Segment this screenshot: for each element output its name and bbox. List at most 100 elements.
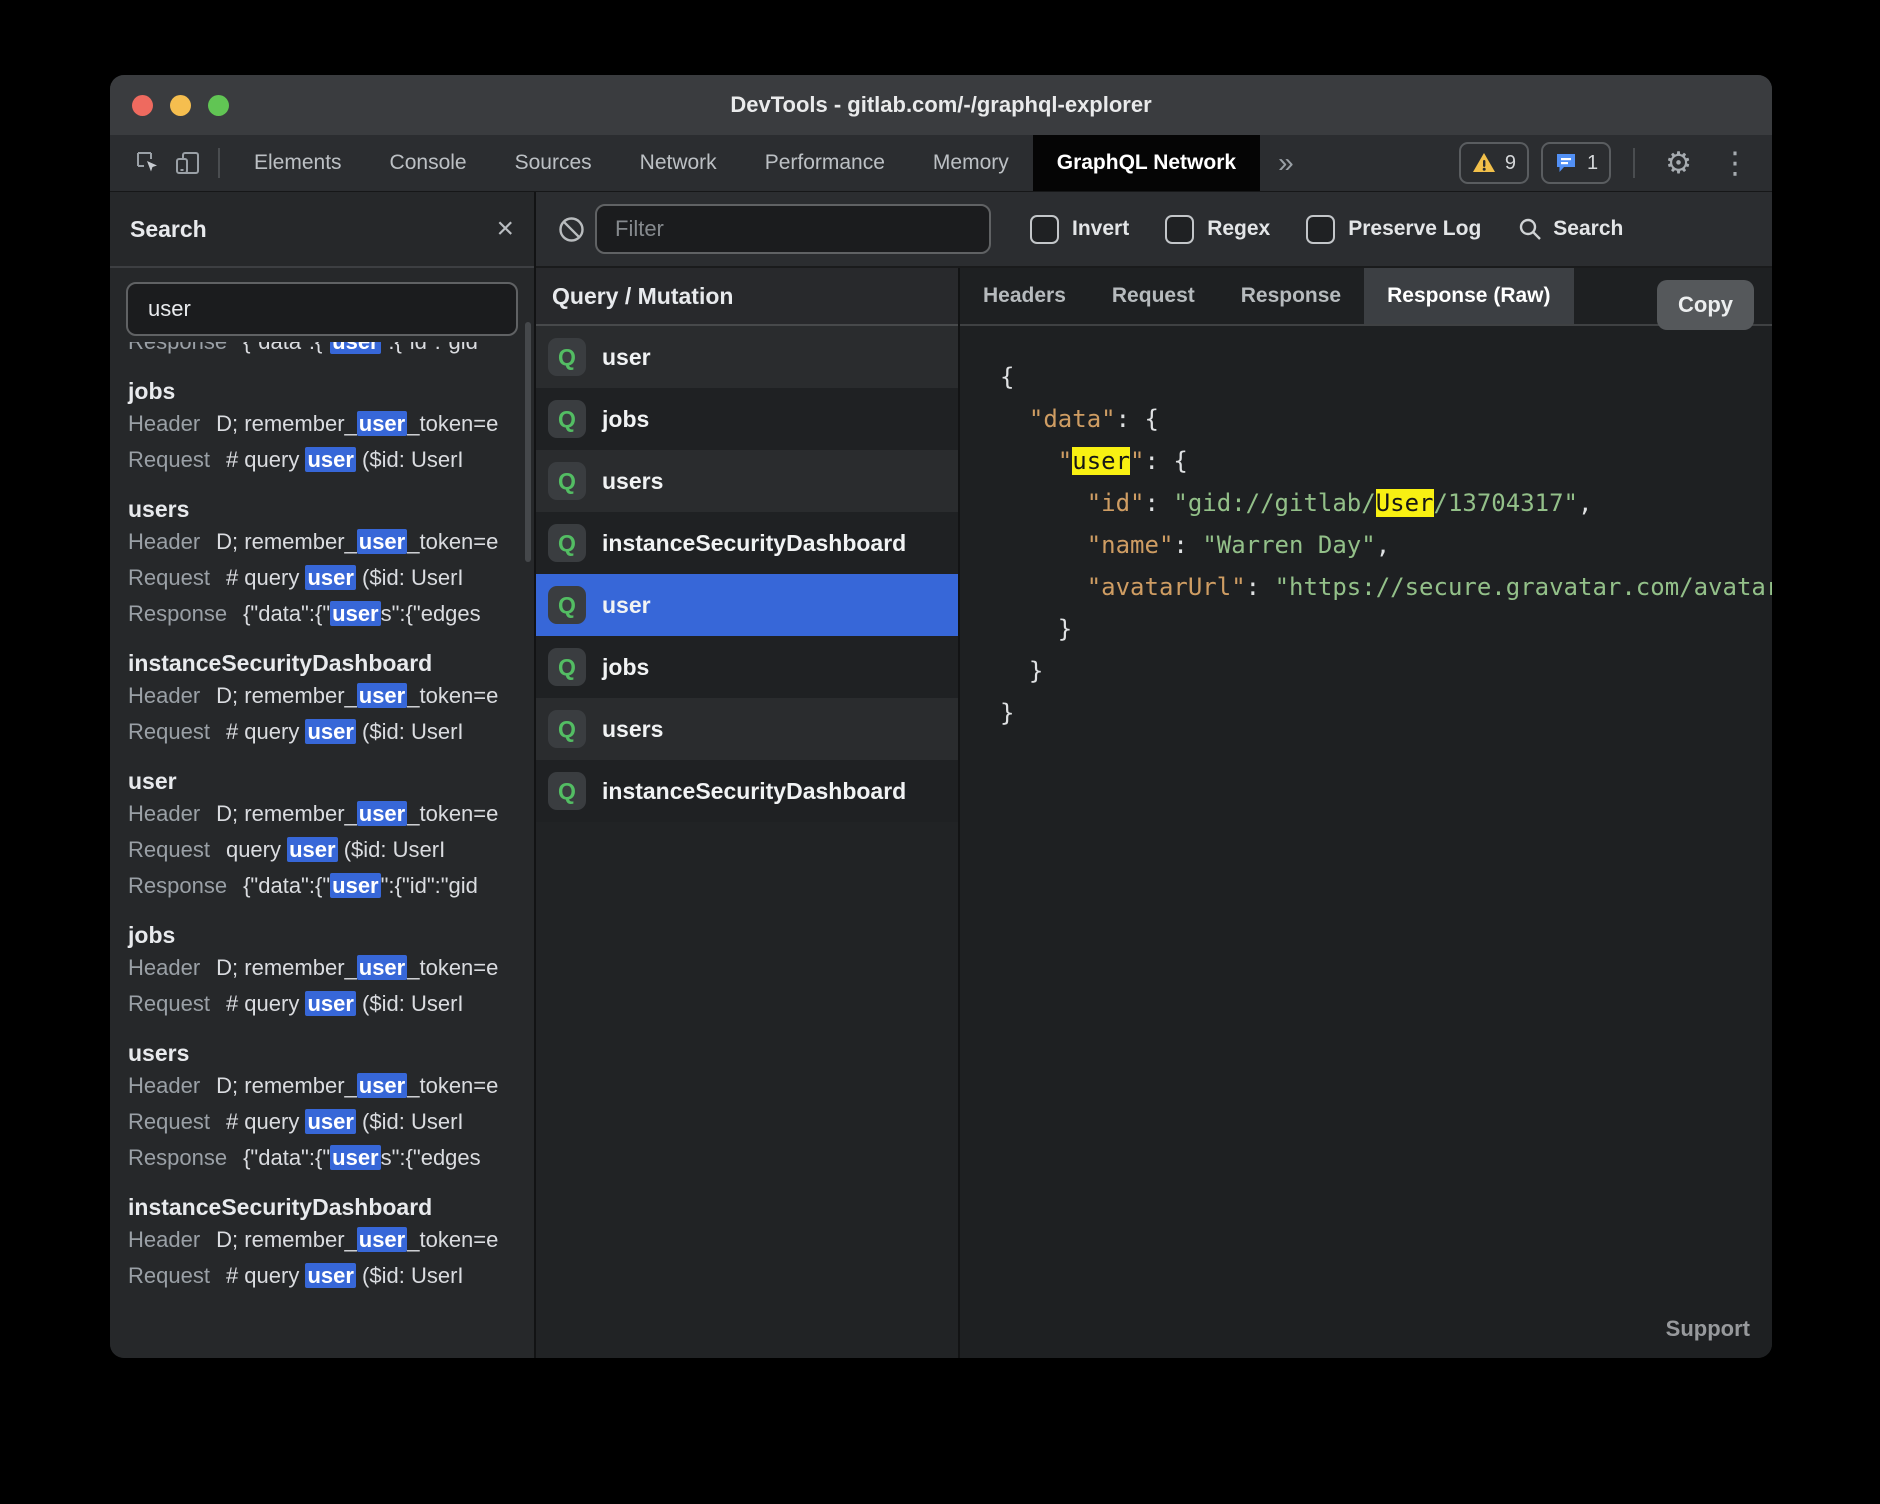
query-list-item[interactable]: Qjobs bbox=[536, 388, 958, 450]
search-result-row[interactable]: HeaderD; remember_user_token=e bbox=[128, 1068, 534, 1104]
query-type-icon: Q bbox=[548, 710, 586, 748]
json-search-highlight: user bbox=[1072, 447, 1130, 475]
tab-network[interactable]: Network bbox=[616, 135, 741, 191]
issues-badge[interactable]: 1 bbox=[1541, 142, 1611, 184]
query-list-item[interactable]: Qusers bbox=[536, 450, 958, 512]
result-text: ":{"id":"gid bbox=[381, 873, 478, 898]
tab-response[interactable]: Response bbox=[1218, 268, 1364, 324]
search-result-row[interactable]: HeaderD; remember_user_token=e bbox=[128, 678, 534, 714]
tab-memory[interactable]: Memory bbox=[909, 135, 1033, 191]
search-result-row[interactable]: HeaderD; remember_user_token=e bbox=[128, 950, 534, 986]
query-list-item[interactable]: QinstanceSecurityDashboard bbox=[536, 760, 958, 822]
match-highlight: user bbox=[357, 801, 407, 826]
inspect-element-icon[interactable] bbox=[128, 143, 168, 183]
result-row-label: Response bbox=[128, 873, 227, 898]
search-input[interactable] bbox=[126, 282, 518, 336]
query-name: jobs bbox=[602, 654, 649, 681]
json-token bbox=[1000, 489, 1087, 517]
support-link[interactable]: Support bbox=[1666, 1316, 1750, 1342]
devtools-tab-bar: ElementsConsoleSourcesNetworkPerformance… bbox=[110, 135, 1772, 192]
search-result-row[interactable]: Request# query user ($id: UserI bbox=[128, 442, 534, 478]
query-list-item[interactable]: Qusers bbox=[536, 698, 958, 760]
query-list-item[interactable]: Quser bbox=[536, 326, 958, 388]
tab-request[interactable]: Request bbox=[1089, 268, 1218, 324]
search-result-row[interactable]: Response{"data":{"user":{"id":"gid bbox=[128, 868, 534, 904]
more-tabs-icon[interactable]: » bbox=[1260, 147, 1312, 179]
result-row-label: Header bbox=[128, 801, 200, 826]
checkbox-invert[interactable]: Invert bbox=[1030, 215, 1129, 244]
menu-icon[interactable]: ⋮ bbox=[1712, 146, 1758, 181]
result-text: ($id: UserI bbox=[356, 1109, 464, 1134]
zoom-window-button[interactable] bbox=[208, 95, 229, 116]
search-result-row[interactable]: HeaderD; remember_user_token=e bbox=[128, 406, 534, 442]
scrollbar-thumb[interactable] bbox=[525, 322, 531, 562]
search-result-row[interactable]: Request# query user ($id: UserI bbox=[128, 560, 534, 596]
tab-graphql-network[interactable]: GraphQL Network bbox=[1033, 135, 1260, 191]
checkbox-regex[interactable]: Regex bbox=[1165, 215, 1270, 244]
warnings-badge[interactable]: 9 bbox=[1459, 142, 1529, 184]
search-result-row[interactable]: HeaderD; remember_user_token=e bbox=[128, 1222, 534, 1258]
search-result-row[interactable]: Request# query user ($id: UserI bbox=[128, 1104, 534, 1140]
result-text: # query bbox=[226, 719, 306, 744]
divider bbox=[1633, 148, 1635, 178]
query-list-item[interactable]: QinstanceSecurityDashboard bbox=[536, 512, 958, 574]
query-type-icon: Q bbox=[548, 772, 586, 810]
network-panels: Query / Mutation QuserQjobsQusersQinstan… bbox=[536, 268, 1772, 1358]
match-highlight: user bbox=[357, 1227, 407, 1252]
result-text: {"data":{" bbox=[243, 1145, 330, 1170]
result-text: # query bbox=[226, 1109, 306, 1134]
clear-icon[interactable] bbox=[558, 216, 585, 243]
tab-console[interactable]: Console bbox=[366, 135, 491, 191]
result-row-label: Header bbox=[128, 955, 200, 980]
json-token: "gid://gitlab/ bbox=[1173, 489, 1375, 517]
warnings-count: 9 bbox=[1505, 152, 1516, 175]
search-result-row[interactable]: Response{"data":{"user":{"id":"gid bbox=[128, 342, 534, 360]
query-name: jobs bbox=[602, 406, 649, 433]
screen: DevTools - gitlab.com/-/graphql-explorer… bbox=[0, 0, 1880, 1504]
result-text: D; remember_ bbox=[216, 683, 357, 708]
search-result-row[interactable]: HeaderD; remember_user_token=e bbox=[128, 524, 534, 560]
checkbox-preserve-log[interactable]: Preserve Log bbox=[1306, 215, 1481, 244]
query-type-icon: Q bbox=[548, 462, 586, 500]
result-text: ($id: UserI bbox=[356, 719, 464, 744]
match-highlight: user bbox=[305, 1263, 355, 1288]
match-highlight: user bbox=[357, 411, 407, 436]
copy-button[interactable]: Copy bbox=[1657, 280, 1754, 330]
result-row-label: Request bbox=[128, 1263, 210, 1288]
match-highlight: user bbox=[330, 601, 380, 626]
toolbar-search[interactable]: Search bbox=[1517, 216, 1623, 242]
filter-input[interactable] bbox=[595, 204, 991, 254]
result-text: _token=e bbox=[407, 955, 498, 980]
tab-headers[interactable]: Headers bbox=[960, 268, 1089, 324]
search-result-row[interactable]: Requestquery user ($id: UserI bbox=[128, 832, 534, 868]
tab-elements[interactable]: Elements bbox=[230, 135, 366, 191]
search-result-row[interactable]: Request# query user ($id: UserI bbox=[128, 714, 534, 750]
json-line: "user": { bbox=[1000, 440, 1772, 482]
json-line: "id": "gid://gitlab/User/13704317", bbox=[1000, 482, 1772, 524]
json-token: "avatarUrl" bbox=[1087, 573, 1246, 601]
tab-response-raw[interactable]: Response (Raw) bbox=[1364, 268, 1573, 324]
minimize-window-button[interactable] bbox=[170, 95, 191, 116]
settings-icon[interactable]: ⚙ bbox=[1657, 146, 1700, 181]
tab-performance[interactable]: Performance bbox=[741, 135, 909, 191]
search-result-row[interactable]: Response{"data":{"users":{"edges bbox=[128, 1140, 534, 1176]
search-result-row[interactable]: Request# query user ($id: UserI bbox=[128, 1258, 534, 1294]
tab-sources[interactable]: Sources bbox=[491, 135, 616, 191]
checkbox-label: Invert bbox=[1072, 217, 1129, 241]
devtools-main: Search × Response{"data":{"user":{"id":"… bbox=[110, 192, 1772, 1358]
search-result-row[interactable]: HeaderD; remember_user_token=e bbox=[128, 796, 534, 832]
match-highlight: user bbox=[357, 683, 407, 708]
device-toolbar-icon[interactable] bbox=[168, 143, 208, 183]
search-result-row[interactable]: Response{"data":{"users":{"edges bbox=[128, 596, 534, 632]
clipped-row-content: Response{"data":{"user":{"id":"gid bbox=[128, 342, 534, 360]
search-result-row[interactable]: Request# query user ($id: UserI bbox=[128, 986, 534, 1022]
query-list-item[interactable]: Qjobs bbox=[536, 636, 958, 698]
result-text: {"data":{" bbox=[243, 873, 330, 898]
json-token: : bbox=[1173, 531, 1202, 559]
result-text: # query bbox=[226, 447, 306, 472]
close-window-button[interactable] bbox=[132, 95, 153, 116]
query-list-item[interactable]: Quser bbox=[536, 574, 958, 636]
devtools-tabs: ElementsConsoleSourcesNetworkPerformance… bbox=[230, 135, 1260, 191]
window-title: DevTools - gitlab.com/-/graphql-explorer bbox=[730, 92, 1151, 118]
close-search-icon[interactable]: × bbox=[496, 214, 514, 244]
